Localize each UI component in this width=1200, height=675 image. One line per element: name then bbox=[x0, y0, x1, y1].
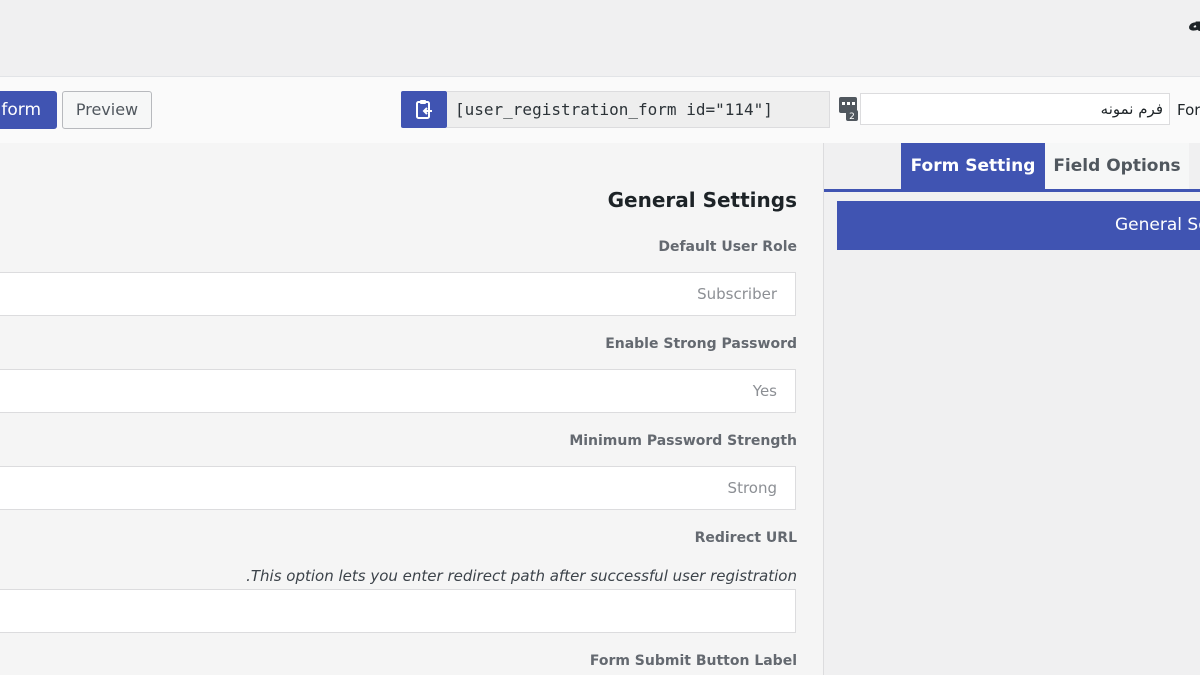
builder-sidebar: Form Setting Field Options General Se bbox=[823, 143, 1200, 675]
form-title-label: For bbox=[1177, 101, 1200, 119]
copy-shortcode-button[interactable] bbox=[401, 91, 447, 128]
redirect-url-label: Redirect URL bbox=[694, 530, 797, 546]
sidebar-tabs: Form Setting Field Options bbox=[824, 143, 1200, 192]
settings-panel: General Settings Default User Role Subsc… bbox=[0, 143, 823, 675]
enable-strong-password-label: Enable Strong Password bbox=[605, 336, 797, 352]
svg-text:2: 2 bbox=[849, 112, 855, 122]
tab-field-options[interactable]: Field Options bbox=[1045, 143, 1189, 189]
default-user-role-select[interactable]: Subscriber bbox=[0, 272, 796, 316]
enable-strong-password-select[interactable]: Yes bbox=[0, 369, 796, 413]
preview-button[interactable]: Preview bbox=[62, 91, 152, 129]
general-settings-heading: General Settings bbox=[607, 188, 797, 212]
form-title-input[interactable]: فرم نمونه bbox=[860, 93, 1170, 125]
shortcode-field[interactable]: [user_registration_form id="114"] bbox=[447, 91, 830, 128]
default-user-role-label: Default User Role bbox=[658, 239, 797, 255]
form-id-icon: 2 bbox=[839, 97, 858, 122]
redirect-url-description: .This option lets you enter redirect pat… bbox=[246, 567, 797, 585]
tab-form-setting[interactable]: Form Setting bbox=[901, 143, 1045, 189]
redirect-url-input[interactable] bbox=[0, 589, 796, 633]
general-settings-section-header[interactable]: General Se bbox=[837, 201, 1200, 250]
minimum-password-strength-select[interactable]: Strong bbox=[0, 466, 796, 510]
submit-button-label-label: Form Submit Button Label bbox=[589, 653, 797, 669]
minimum-password-strength-label: Minimum Password Strength bbox=[569, 433, 797, 449]
clipboard-copy-icon bbox=[416, 99, 432, 119]
update-form-button[interactable]: e form bbox=[0, 91, 57, 129]
page-title: ـه bbox=[1187, 8, 1200, 38]
